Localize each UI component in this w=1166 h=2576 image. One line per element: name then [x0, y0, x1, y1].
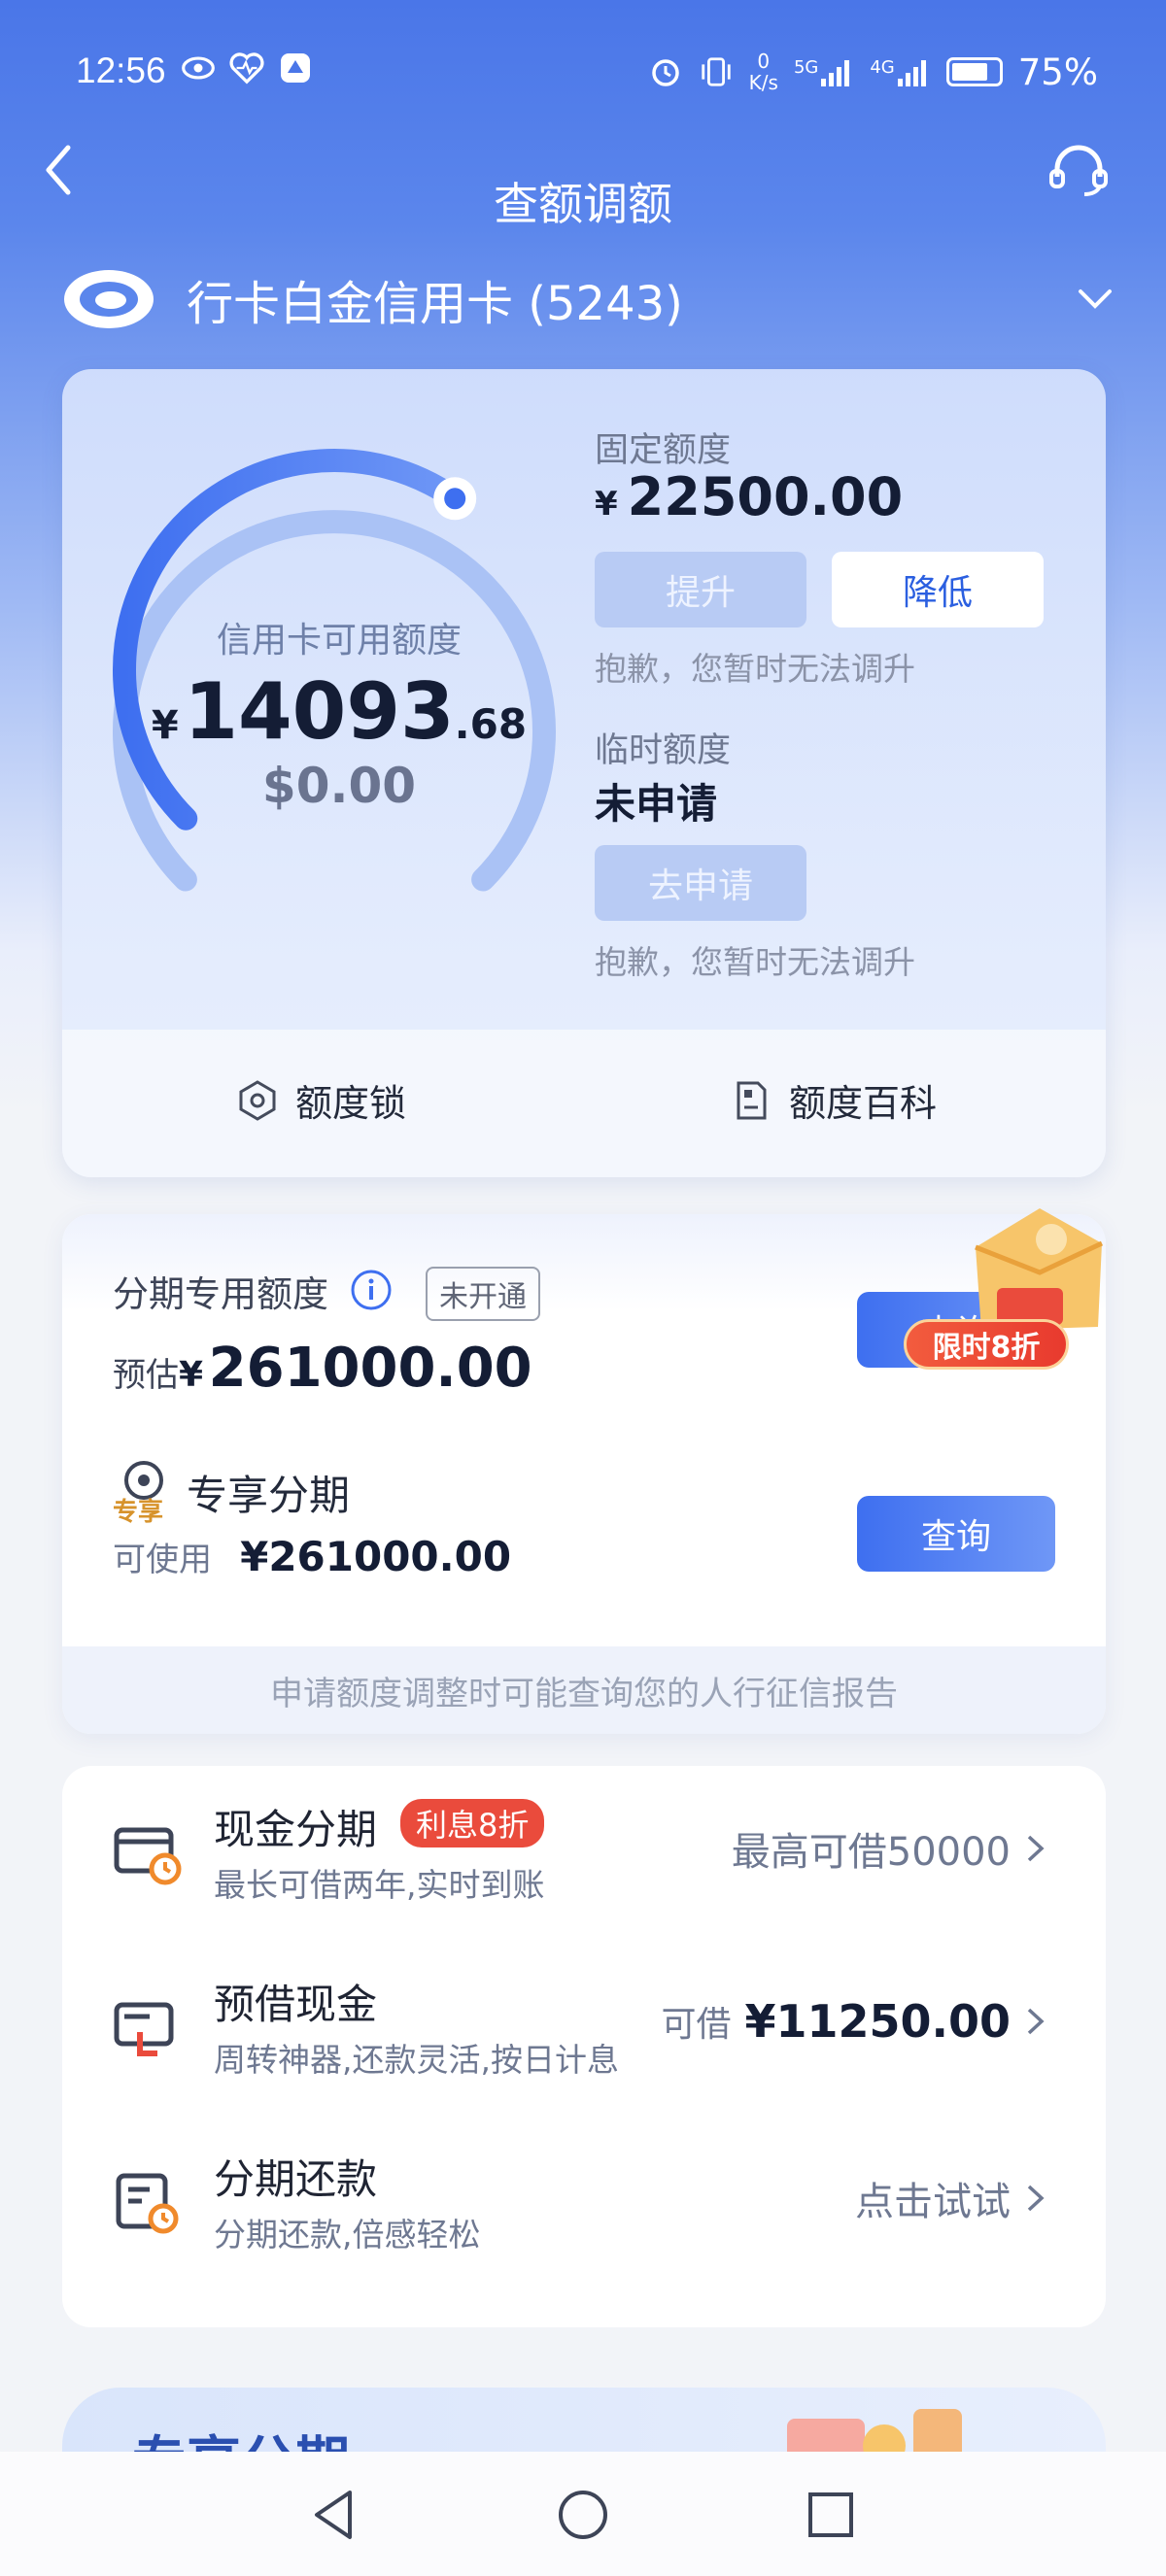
battery-percent: 75%	[1017, 51, 1098, 93]
card-name: 行卡白金信用卡 (5243)	[187, 277, 683, 331]
nav-recents-icon[interactable]	[797, 2481, 865, 2549]
chevron-right-icon	[1027, 2185, 1045, 2212]
card-selector[interactable]: 行卡白金信用卡 (5243)	[60, 260, 1129, 338]
quota-card: 信用卡可用额度 ¥ 14093.68 $0.00 固定额度 ¥22500.00 …	[62, 369, 1106, 1177]
fixed-quota-label: 固定额度	[595, 431, 732, 470]
net-speed: 0 K/s	[748, 50, 778, 94]
promo-tag: 限时8折	[904, 1319, 1069, 1370]
info-icon[interactable]	[350, 1269, 393, 1311]
list-item-cash-advance[interactable]: 预借现金 周转神器,还款灵活,按日计息 可借 ¥11250.00	[62, 1941, 1106, 2116]
headset-icon	[1049, 145, 1108, 196]
eye-icon	[181, 51, 216, 85]
quota-footer: 额度锁 额度百科	[62, 1030, 1106, 1177]
hexagon-lock-icon	[239, 1079, 276, 1121]
apply-temp-quota-button[interactable]: 去申请	[595, 845, 806, 921]
bank-logo-icon	[64, 270, 154, 328]
signal-icon-2: 4G	[870, 57, 930, 86]
fixed-quota-amount: ¥22500.00	[595, 466, 904, 527]
available-quota-usd: $0.00	[261, 758, 417, 814]
exclusive-badge: 专享	[113, 1498, 164, 1527]
alarm-icon	[648, 54, 683, 89]
document-icon	[737, 1081, 767, 1119]
list-item-repayment-installment[interactable]: 分期还款 分期还款,倍感轻松 点击试试	[62, 2116, 1106, 2290]
nav-home-icon[interactable]	[549, 2481, 617, 2549]
interest-discount-tag: 利息8折	[400, 1799, 545, 1847]
status-bar: 12:56 0 K/s 5G 4G 75%	[0, 0, 1166, 146]
raise-quota-button[interactable]: 提升	[595, 552, 806, 627]
installment-estimate: 预估¥ 261000.00	[113, 1337, 532, 1400]
system-navigation-bar	[0, 2452, 1166, 2576]
cash-advance-icon	[114, 2002, 174, 2056]
customer-service-button[interactable]	[1040, 136, 1117, 204]
quota-wiki-link[interactable]: 额度百科	[729, 1073, 937, 1127]
credit-report-notice: 申请额度调整时可能查询您的人行征信报告	[62, 1646, 1106, 1734]
temp-quota-label: 临时额度	[595, 731, 732, 770]
heart-pulse-icon	[229, 51, 264, 85]
nav-back-icon[interactable]	[301, 2481, 369, 2549]
list-item-cash-installment[interactable]: 现金分期 利息8折 最长可借两年,实时到账 最高可借50000	[62, 1766, 1106, 1941]
fixed-quota-notice: 抱歉，您暂时无法调升	[595, 650, 915, 688]
signal-icon: 5G	[794, 57, 854, 86]
page-title: 查额调额	[494, 178, 672, 230]
promo-badge[interactable]: 限时8折	[904, 1204, 1137, 1379]
quota-lock-link[interactable]: 额度锁	[235, 1073, 406, 1127]
app-icon	[278, 51, 313, 85]
available-quota-amount: ¥ 14093.68	[151, 666, 528, 757]
status-time: 12:56	[76, 51, 166, 90]
cash-installment-icon	[114, 1827, 182, 1885]
lower-quota-button[interactable]: 降低	[832, 552, 1044, 627]
temp-quota-status: 未申请	[595, 780, 718, 828]
vibrate-icon	[699, 54, 734, 89]
service-list: 现金分期 利息8折 最长可借两年,实时到账 最高可借50000 预借现金 周转神…	[62, 1766, 1106, 2327]
battery-icon	[945, 57, 1003, 86]
chevron-right-icon	[1027, 1835, 1045, 1862]
chevron-down-icon	[1079, 289, 1112, 309]
exclusive-installment-title: 专享分期	[187, 1472, 351, 1519]
temp-quota-notice: 抱歉，您暂时无法调升	[595, 943, 915, 981]
query-exclusive-installment-button[interactable]: 查询	[857, 1496, 1055, 1572]
repayment-installment-icon	[116, 2173, 179, 2234]
installment-quota-title: 分期专用额度	[113, 1273, 328, 1315]
status-badge: 未开通	[426, 1267, 540, 1321]
available-quota-label: 信用卡可用额度	[216, 621, 462, 661]
exclusive-usable-amount: 可使用 ¥261000.00	[113, 1533, 512, 1580]
chevron-right-icon	[1027, 2008, 1045, 2035]
title-bar: 查额调额	[0, 136, 1166, 253]
